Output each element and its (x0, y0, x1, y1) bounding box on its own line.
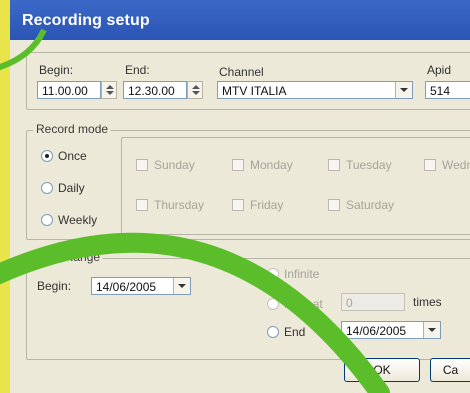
radio-once[interactable]: Once (41, 149, 87, 163)
channel-value: MTV ITALIA (222, 84, 287, 98)
date-end-picker[interactable]: 14/06/2005 (341, 321, 441, 339)
chevron-down-icon (428, 328, 436, 332)
radio-infinite-label: Infinite (284, 267, 320, 281)
checkbox-sunday-label: Sunday (154, 158, 195, 172)
checkbox-monday-label: Monday (250, 158, 293, 172)
end-time-spinner[interactable] (187, 81, 203, 99)
checkbox-saturday[interactable]: Saturday (328, 198, 394, 212)
checkbox-sunday-box (136, 159, 148, 171)
date-range-legend: Date Range (33, 250, 104, 264)
radio-repeat-label: Repeat (284, 297, 323, 311)
checkbox-monday-box (232, 159, 244, 171)
record-mode-legend: Record mode (33, 122, 112, 136)
date-begin-dropdown-arrow[interactable] (173, 278, 190, 294)
checkbox-wednesday-label: Wedne (442, 158, 470, 172)
radio-repeat-indicator (267, 298, 279, 310)
radio-daily-indicator (41, 182, 53, 194)
times-label: times (413, 295, 442, 309)
begin-time-label: Begin: (39, 63, 74, 77)
checkbox-wednesday[interactable]: Wedne (424, 158, 470, 172)
checkbox-monday[interactable]: Monday (232, 158, 293, 172)
begin-time-spinner[interactable] (101, 81, 117, 99)
end-time-field[interactable]: 12.30.00 (123, 81, 187, 99)
checkbox-thursday-label: Thursday (154, 198, 205, 212)
begin-time-field[interactable]: 11.00.00 (37, 81, 101, 99)
recording-setup-dialog: Begin: 11.00.00 End: 12.30.00 Channel MT… (10, 40, 470, 393)
chevron-down-icon (178, 284, 186, 288)
channel-dropdown[interactable]: MTV ITALIA (217, 81, 413, 99)
title-bar: Recording setup (10, 0, 470, 40)
radio-daily[interactable]: Daily (41, 181, 85, 195)
radio-daily-label: Daily (58, 181, 85, 195)
repeat-count-field[interactable]: 0 (341, 293, 405, 311)
date-end-dropdown-arrow[interactable] (423, 322, 440, 338)
radio-repeat[interactable]: Repeat (267, 297, 323, 311)
radio-end-indicator (267, 326, 279, 338)
end-time-label: End: (125, 63, 150, 77)
time-channel-group: Begin: 11.00.00 End: 12.30.00 Channel MT… (26, 52, 470, 110)
cancel-button[interactable]: Ca (430, 358, 470, 382)
checkbox-friday[interactable]: Friday (232, 198, 283, 212)
checkbox-friday-box (232, 199, 244, 211)
radio-once-label: Once (58, 149, 87, 163)
radio-infinite[interactable]: Infinite (267, 267, 319, 281)
checkbox-tuesday[interactable]: Tuesday (328, 158, 392, 172)
checkbox-saturday-box (328, 199, 340, 211)
date-begin-picker[interactable]: 14/06/2005 (91, 277, 191, 295)
radio-weekly-label: Weekly (58, 213, 98, 227)
checkbox-thursday-box (136, 199, 148, 211)
radio-end-label: End (284, 325, 306, 339)
record-mode-group: Record mode Once Daily Weekly Sunday Mon… (26, 122, 470, 240)
ok-button[interactable]: OK (344, 358, 420, 382)
weekdays-panel: Sunday Monday Tuesday Wedne Thursday Fri… (121, 137, 470, 235)
date-begin-label: Begin: (37, 279, 72, 293)
radio-weekly-indicator (41, 214, 53, 226)
window-title: Recording setup (22, 12, 150, 29)
date-begin-value: 14/06/2005 (96, 280, 157, 294)
apid-label: Apid (427, 63, 452, 77)
checkbox-saturday-label: Saturday (346, 198, 395, 212)
apid-field[interactable]: 514 (425, 81, 470, 99)
checkbox-tuesday-label: Tuesday (346, 158, 392, 172)
checkbox-sunday[interactable]: Sunday (136, 158, 195, 172)
channel-dropdown-arrow[interactable] (395, 82, 412, 98)
checkbox-tuesday-box (328, 159, 340, 171)
checkbox-thursday[interactable]: Thursday (136, 198, 204, 212)
channel-label: Channel (219, 65, 264, 79)
date-range-group: Date Range Begin: 14/06/2005 Infinite Re… (26, 250, 470, 360)
date-end-value: 14/06/2005 (346, 324, 407, 338)
checkbox-friday-label: Friday (250, 198, 284, 212)
radio-weekly[interactable]: Weekly (41, 213, 97, 227)
chevron-down-icon (400, 88, 408, 92)
radio-end[interactable]: End (267, 325, 305, 339)
radio-infinite-indicator (267, 268, 279, 280)
radio-once-indicator (41, 150, 53, 162)
checkbox-wednesday-box (424, 159, 436, 171)
